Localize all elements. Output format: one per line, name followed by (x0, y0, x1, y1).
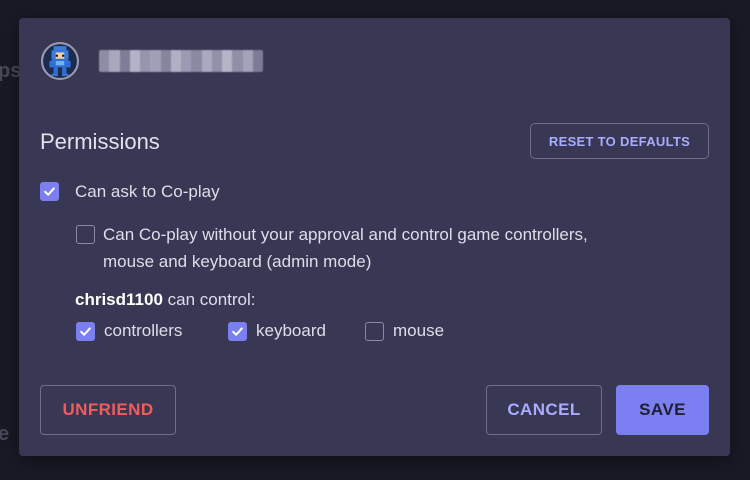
co-play-label: Can ask to Co-play (75, 182, 220, 201)
username-redacted (99, 50, 263, 72)
checkmark-icon (232, 327, 243, 336)
admin-mode-label-line2: mouse and keyboard (admin mode) (103, 252, 372, 271)
save-button[interactable]: SAVE (616, 385, 709, 435)
username-label: chrisd1100 (75, 290, 163, 309)
permissions-dialog: Permissions RESET TO DEFAULTS Can ask to… (19, 18, 730, 456)
checkmark-icon (44, 187, 55, 196)
permissions-title: Permissions (40, 129, 160, 154)
mouse-label: mouse (393, 321, 445, 340)
controllers-checkbox[interactable] (76, 322, 95, 341)
reset-to-defaults-button[interactable]: RESET TO DEFAULTS (530, 123, 709, 159)
can-control-heading: chrisd1100 can control: (75, 287, 256, 313)
checkmark-icon (80, 327, 91, 336)
admin-mode-label-line1: Can Co-play without your approval and co… (103, 225, 588, 244)
mouse-checkbox[interactable] (365, 322, 384, 341)
controllers-label: controllers (104, 321, 183, 340)
co-play-checkbox[interactable] (40, 182, 59, 201)
unfriend-button[interactable]: UNFRIEND (40, 385, 176, 435)
keyboard-checkbox[interactable] (228, 322, 247, 341)
avatar (41, 42, 79, 80)
keyboard-label: keyboard (256, 321, 326, 340)
cancel-button[interactable]: CANCEL (486, 385, 602, 435)
pixel-avatar-icon (43, 44, 77, 78)
can-control-suffix: can control: (162, 290, 256, 309)
background-text-fragment: e (0, 423, 10, 445)
admin-mode-checkbox[interactable] (76, 225, 95, 244)
